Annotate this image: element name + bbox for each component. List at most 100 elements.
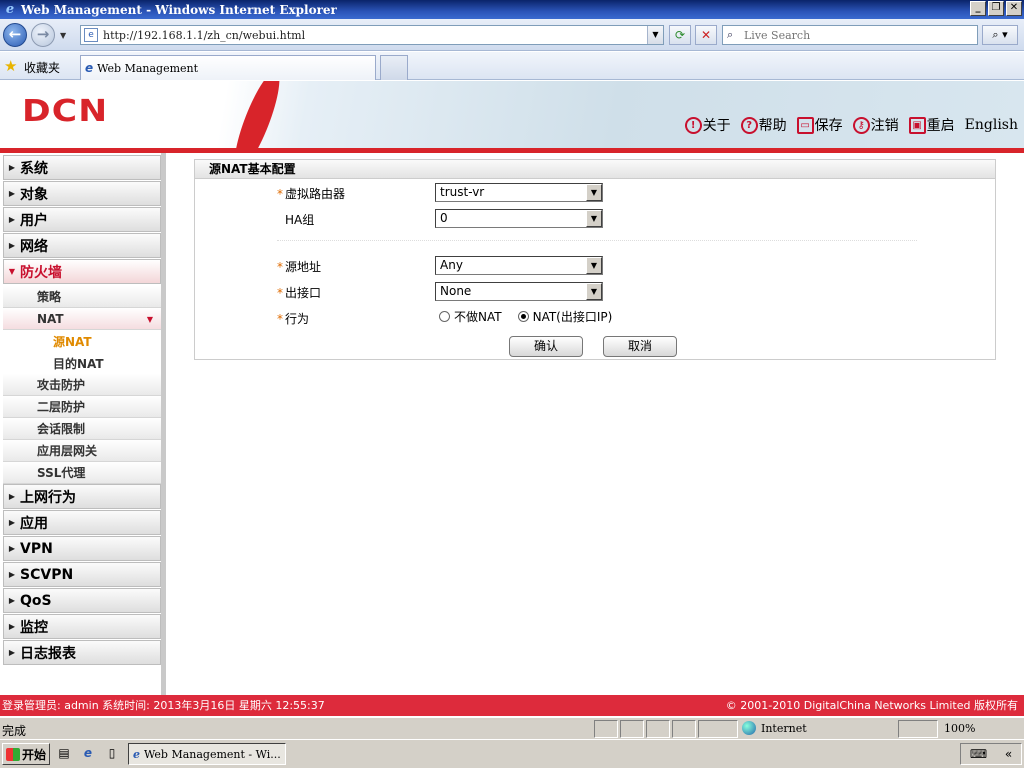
favorites-label[interactable]: 收藏夹 [24, 59, 60, 76]
close-button[interactable]: ✕ [1006, 1, 1022, 16]
about-label: 关于 [702, 118, 731, 134]
system-tray: ⌨ « [960, 743, 1022, 765]
protected-mode-pane[interactable] [898, 720, 938, 738]
panel-title: 源NAT基本配置 [195, 160, 995, 179]
save-link[interactable]: ▭ 保存 [796, 115, 843, 135]
ha-group-select[interactable]: 0 ▼ [435, 209, 603, 228]
sidebar-item-log-report[interactable]: ▶ 日志报表 [3, 640, 161, 665]
no-nat-label[interactable]: 不做NAT [454, 308, 502, 325]
sidebar-item-scvpn[interactable]: ▶ SCVPN [3, 562, 161, 587]
quicklaunch-media-icon[interactable]: ▯ [104, 746, 120, 762]
sidebar-item-users[interactable]: ▶ 用户 [3, 207, 161, 232]
search-go-button[interactable]: ⌕ ▾ [982, 25, 1018, 45]
sidebar-item-layer2-defense[interactable]: 二层防护 [3, 396, 161, 418]
action-radio-group: 不做NAT NAT(出接口IP) [439, 308, 612, 325]
sidebar-label: 监控 [20, 619, 48, 636]
sidebar-label: QoS [20, 592, 52, 609]
keyboard-icon[interactable]: ⌨ [970, 747, 987, 761]
dropdown-arrow-icon[interactable]: ▼ [586, 257, 602, 274]
chevron-right-icon: ▶ [8, 648, 16, 657]
sidebar: ▶ 系统 ▶ 对象 ▶ 用户 ▶ 网络 ▼ 防火墙 策略 NAT ▼ 源NAT 目的NAT … [0, 153, 166, 695]
required-mark: * [277, 311, 283, 326]
nat-egress-ip-radio[interactable] [517, 311, 529, 322]
sidebar-item-vpn[interactable]: ▶ VPN [3, 536, 161, 561]
dropdown-arrow-icon[interactable]: ▼ [586, 184, 602, 201]
new-tab-button[interactable] [380, 55, 408, 80]
header-links: ! 关于 ? 帮助 ▭ 保存 ⚷ 注销 ▣ 重启 English [684, 115, 1018, 135]
main-content: 源NAT基本配置 * 虚拟路由器 trust-vr ▼ HA组 0 ▼ * 源地… [166, 153, 1024, 695]
search-box[interactable]: ⌕ [722, 25, 978, 45]
sidebar-item-attack-defense[interactable]: 攻击防护 [3, 374, 161, 396]
sidebar-item-internet-behavior[interactable]: ▶ 上网行为 [3, 484, 161, 509]
chevron-right-icon: ▶ [8, 596, 16, 605]
sidebar-item-nat[interactable]: NAT ▼ [3, 308, 161, 330]
sidebar-item-source-nat[interactable]: 源NAT [3, 330, 161, 352]
sidebar-item-session-limit[interactable]: 会话限制 [3, 418, 161, 440]
about-link[interactable]: ! 关于 [684, 115, 731, 135]
sidebar-item-network[interactable]: ▶ 网络 [3, 233, 161, 258]
ie-logo-icon: e [5, 2, 15, 17]
url-text[interactable]: http://192.168.1.1/zh_cn/webui.html [103, 29, 305, 42]
stop-button[interactable]: ✕ [695, 25, 717, 45]
restore-button[interactable]: ❐ [988, 1, 1004, 16]
back-button[interactable]: ← [3, 23, 27, 47]
recent-pages-dropdown[interactable]: ▼ [60, 31, 66, 40]
language-link[interactable]: English [965, 117, 1018, 133]
no-nat-radio[interactable] [439, 311, 450, 322]
zoom-level[interactable]: 100% [944, 722, 975, 735]
action-label: 行为 [285, 312, 310, 326]
nat-egress-ip-label[interactable]: NAT(出接口IP) [533, 308, 613, 325]
sidebar-item-ssl-proxy[interactable]: SSL代理 [3, 462, 161, 484]
status-pane [646, 720, 670, 738]
egress-interface-select[interactable]: None ▼ [435, 282, 603, 301]
sidebar-item-system[interactable]: ▶ 系统 [3, 155, 161, 180]
address-bar[interactable]: e http://192.168.1.1/zh_cn/webui.html ▼ [80, 25, 664, 45]
chevron-right-icon: ▶ [8, 163, 16, 172]
app-header: DCN ! 关于 ? 帮助 ▭ 保存 ⚷ 注销 ▣ 重启 English [0, 81, 1024, 148]
restart-link[interactable]: ▣ 重启 [908, 115, 955, 135]
zone-label: Internet [761, 721, 807, 735]
sidebar-item-policy[interactable]: 策略 [3, 286, 161, 308]
status-pane [594, 720, 618, 738]
egress-interface-row: * 出接口 [277, 284, 433, 301]
expand-tray-icon[interactable]: « [1005, 747, 1012, 761]
forward-button[interactable]: → [31, 23, 55, 47]
virtual-router-select[interactable]: trust-vr ▼ [435, 183, 603, 202]
logout-label: 注销 [870, 118, 899, 134]
source-address-select[interactable]: Any ▼ [435, 256, 603, 275]
logout-link[interactable]: ⚷ 注销 [852, 115, 899, 135]
refresh-button[interactable]: ⟳ [669, 25, 691, 45]
sidebar-item-firewall[interactable]: ▼ 防火墙 [3, 259, 161, 284]
quicklaunch-desktop-icon[interactable]: ▤ [56, 746, 72, 762]
sidebar-item-alg[interactable]: 应用层网关 [3, 440, 161, 462]
address-dropdown-icon[interactable]: ▼ [647, 26, 663, 44]
help-link[interactable]: ? 帮助 [740, 115, 787, 135]
dcn-logo: DCN [22, 94, 109, 129]
search-input[interactable] [744, 28, 964, 42]
sidebar-item-qos[interactable]: ▶ QoS [3, 588, 161, 613]
quicklaunch-ie-icon[interactable]: e [80, 746, 96, 762]
app-footer: 登录管理员: admin 系统时间: 2013年3月16日 星期六 12:55:… [0, 695, 1024, 716]
confirm-button[interactable]: 确认 [509, 336, 583, 357]
security-zone[interactable]: Internet [742, 721, 807, 735]
favorites-star-icon[interactable]: ★ [4, 57, 17, 75]
status-text: 完成 [2, 724, 27, 738]
sidebar-item-monitor[interactable]: ▶ 监控 [3, 614, 161, 639]
favorites-bar: ★ 收藏夹 e Web Management [0, 52, 1024, 80]
windows-flag-icon [6, 747, 20, 761]
sidebar-item-application[interactable]: ▶ 应用 [3, 510, 161, 535]
sidebar-label: NAT [37, 311, 64, 326]
sidebar-label: 系统 [20, 160, 48, 177]
start-button[interactable]: 开始 [2, 743, 50, 765]
restart-icon: ▣ [908, 116, 926, 134]
status-pane [620, 720, 644, 738]
chevron-right-icon: ▶ [8, 570, 16, 579]
taskbar-window-button[interactable]: e Web Management - Wi... [128, 743, 286, 765]
cancel-button[interactable]: 取消 [603, 336, 677, 357]
dropdown-arrow-icon[interactable]: ▼ [586, 210, 602, 227]
sidebar-item-objects[interactable]: ▶ 对象 [3, 181, 161, 206]
dropdown-arrow-icon[interactable]: ▼ [586, 283, 602, 300]
sidebar-item-destination-nat[interactable]: 目的NAT [3, 352, 161, 374]
minimize-button[interactable]: _ [970, 1, 986, 16]
browser-tab[interactable]: e Web Management [80, 55, 376, 80]
